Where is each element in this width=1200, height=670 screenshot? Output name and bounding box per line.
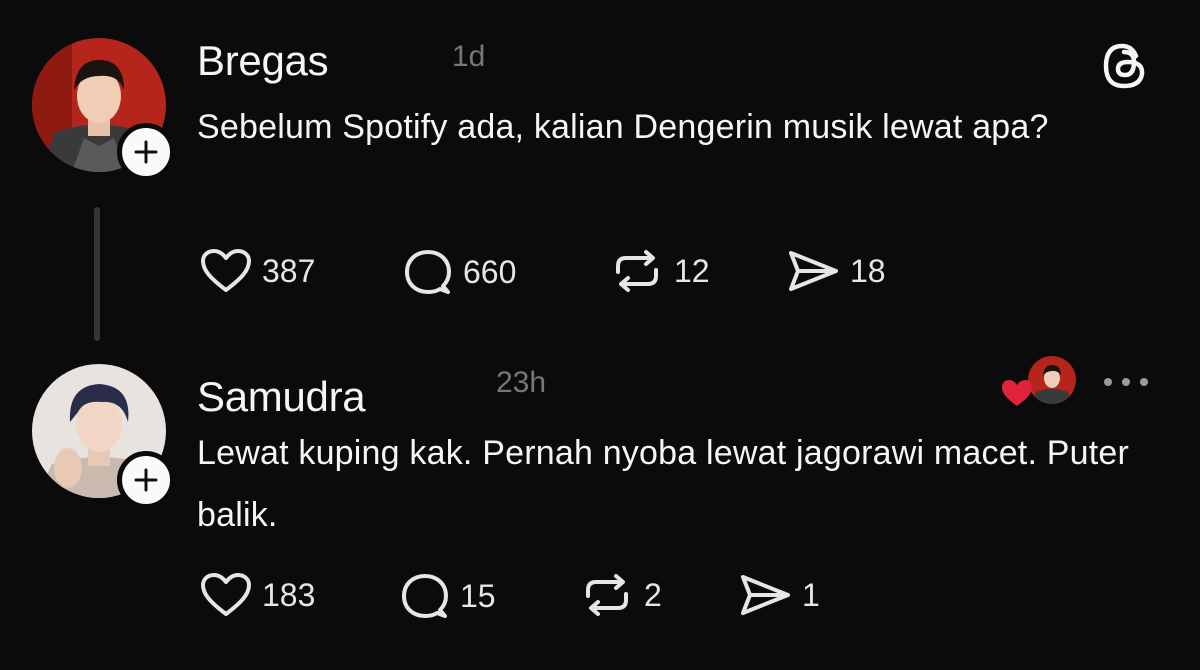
comment-icon <box>405 250 451 294</box>
plus-icon <box>134 140 158 164</box>
post-timestamp: 1d <box>452 40 486 73</box>
liked-heart-icon <box>1002 380 1032 406</box>
like-button[interactable]: 183 <box>200 572 315 618</box>
thread-connector-line <box>94 207 100 341</box>
post-timestamp: 23h <box>496 366 547 399</box>
plus-icon <box>134 468 158 492</box>
share-count: 1 <box>802 577 820 613</box>
reply-count: 660 <box>463 254 517 290</box>
like-count: 387 <box>262 253 316 289</box>
post-body-text: Sebelum Spotify ada, kalian Dengerin mus… <box>197 108 1049 146</box>
reply-button[interactable]: 15 <box>400 572 496 620</box>
reply-count: 15 <box>460 578 496 614</box>
repost-count: 2 <box>644 577 662 613</box>
send-icon <box>741 575 790 615</box>
follow-button-samudra[interactable] <box>117 451 175 509</box>
repost-button[interactable]: 2 <box>580 572 662 618</box>
follow-button-bregas[interactable] <box>117 123 175 181</box>
threads-logo-icon[interactable] <box>1098 40 1150 92</box>
liked-by-author-avatar <box>1028 356 1076 404</box>
like-button[interactable]: 387 <box>200 248 315 294</box>
reply-button[interactable]: 660 <box>403 248 516 296</box>
more-horizontal-icon[interactable] <box>1100 374 1152 390</box>
send-icon <box>789 251 838 291</box>
post-body-text: Lewat kuping kak. Pernah nyoba lewat jag… <box>197 434 1130 534</box>
share-count: 18 <box>850 253 886 289</box>
share-button[interactable]: 1 <box>738 572 820 618</box>
repost-count: 12 <box>674 253 710 289</box>
heart-icon <box>201 249 251 292</box>
repost-button[interactable]: 12 <box>610 248 710 294</box>
comment-icon <box>402 574 448 618</box>
heart-icon <box>201 573 251 616</box>
post-username[interactable]: Bregas <box>197 40 329 82</box>
threads-post-view: Bregas 1d Sebelum Spotify ada, kalian De… <box>0 0 1200 670</box>
repost-icon <box>586 574 628 616</box>
like-count: 183 <box>262 577 316 613</box>
post-username[interactable]: Samudra <box>197 376 366 418</box>
repost-icon <box>616 250 658 292</box>
share-button[interactable]: 18 <box>786 248 886 294</box>
